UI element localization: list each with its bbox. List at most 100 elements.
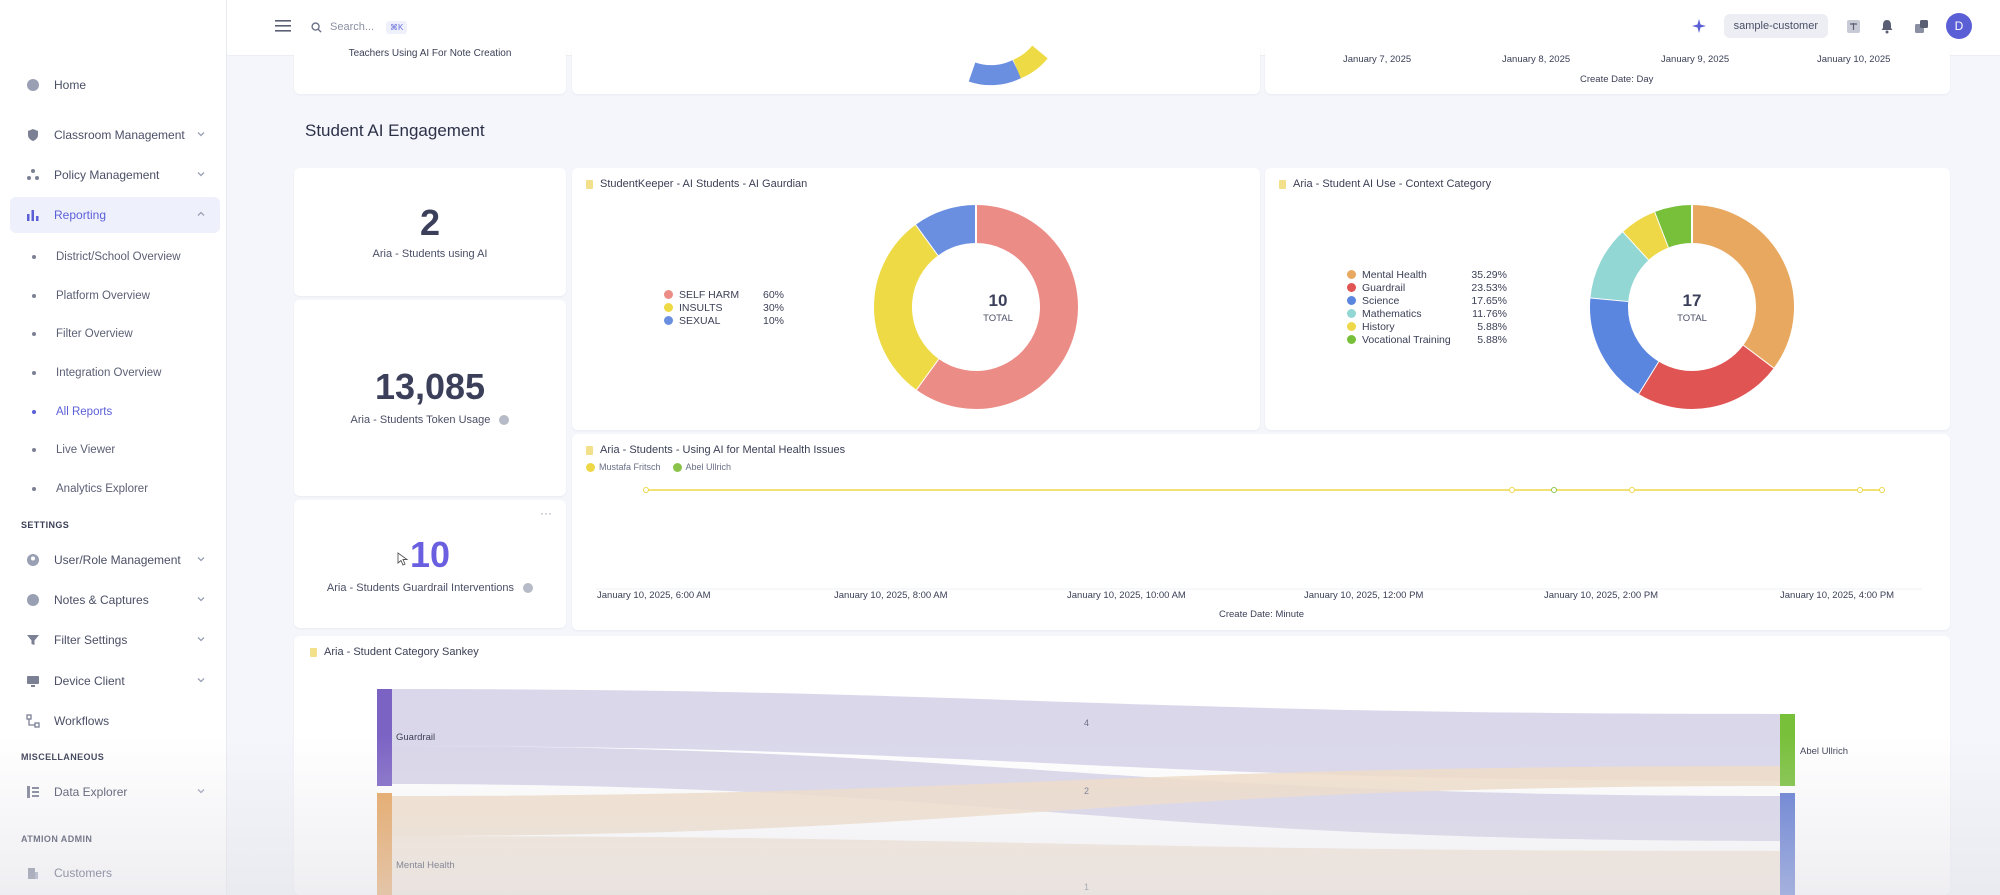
kpi-label: Aria - Students Token Usage [294,414,566,426]
sankey-chart [377,689,1795,895]
sankey-node-guardrail [377,689,392,786]
sidebar-subitem-integration-overview[interactable]: Integration Overview [32,361,161,385]
sidebar-subitem-filter-overview[interactable]: Filter Overview [32,322,133,346]
translate-icon[interactable] [1844,17,1862,35]
partial-date-chart-card: January 7, 2025 January 8, 2025 January … [1265,44,1950,94]
workflow-icon [26,714,40,728]
x-tick-label: January 10, 2025, 6:00 AM [597,590,711,601]
sidebar-subitem-district-school-overview[interactable]: District/School Overview [32,245,181,269]
sidebar-item-classroom-management[interactable]: Classroom Management [10,117,220,153]
sidebar-item-label: Classroom Management [54,128,185,142]
more-options-icon[interactable]: ··· [540,506,552,520]
context-category-donut-card: Aria - Student AI Use - Context Category… [1265,168,1950,430]
sankey-node-label: Mental Health [396,860,455,871]
sidebar-subitem-all-reports[interactable]: All Reports [32,400,112,424]
sidebar-item-policy-management[interactable]: Policy Management [10,157,220,193]
search-icon [311,21,322,33]
search-input[interactable]: Search... ⌘K [311,14,461,40]
sankey-node-abel-ullrich [1780,714,1795,786]
sidebar-item-customers[interactable]: Customers [10,855,220,891]
sidebar-item-data-explorer[interactable]: Data Explorer [10,774,220,810]
sidebar-item-home[interactable]: Home [10,67,220,103]
x-tick-label: January 10, 2025, 2:00 PM [1544,590,1659,601]
donut-slice-insults[interactable] [874,224,939,390]
kpi-label: Aria - Students using AI [372,248,488,260]
kpi-guardrail-interventions-card: ··· 10 Aria - Students Guardrail Interve… [294,500,566,628]
donut-slice-history[interactable] [1623,211,1670,261]
sidebar-item-workflows[interactable]: Workflows [10,703,220,739]
donut-slice-vocational-training[interactable] [1655,205,1693,248]
donut-slice-guardrail[interactable] [1638,345,1774,409]
kpi-label-text: Aria - Students Guardrail Interventions [326,582,515,594]
sankey-node-right-2 [1780,793,1795,895]
search-placeholder: Search... [330,21,375,33]
sparkle-icon[interactable] [1690,17,1708,35]
x-tick-label: January 10, 2025 [1817,54,1891,65]
kpi-value: 2 [419,202,441,243]
notes-icon [26,593,40,607]
filter-icon [26,633,40,647]
donut-chart [874,205,1078,409]
home-icon [26,78,40,92]
sidebar-subitem-live-viewer[interactable]: Live Viewer [32,438,115,462]
customer-selector[interactable]: sample-customer [1723,14,1828,38]
x-axis-title: Create Date: Day [1580,74,1654,85]
chevron-down-icon [197,597,205,602]
teachers-note-label: Teachers Using AI For Note Creation [348,48,512,59]
partial-donut-card [572,44,1260,94]
sankey-flow-label: 4 [1084,718,1090,728]
info-icon[interactable] [523,583,534,594]
line-chart [596,487,1922,590]
sidebar-item-label: Data Explorer [54,785,128,799]
bar-chart-icon [26,208,40,222]
donut-total: 17 [1682,291,1702,310]
sidebar-item-label: Workflows [54,714,110,728]
avatar[interactable]: D [1946,13,1972,39]
x-tick-label: January 10, 2025, 10:00 AM [1067,590,1186,601]
sankey-flow-label: 2 [1084,786,1090,796]
kpi-label-text: Aria - Students Token Usage [350,414,491,426]
sidebar-item-label: User/Role Management [54,553,181,567]
settings-section-label: SETTINGS [21,520,70,530]
x-tick-label: January 8, 2025 [1502,54,1571,65]
kpi-token-usage-card: 13,085 Aria - Students Token Usage [294,300,566,496]
data-point [1629,487,1635,493]
data-point [1509,487,1515,493]
policy-icon [26,168,40,182]
kpi-value: 13,085 [374,366,486,407]
donut-total-label: TOTAL [1677,313,1707,324]
info-icon[interactable] [499,415,510,426]
admin-section-label: ATMION ADMIN [21,834,93,844]
building-icon [26,866,40,880]
sidebar-subitem-analytics-explorer[interactable]: Analytics Explorer [32,477,148,501]
menu-icon[interactable] [275,18,293,34]
sidebar-item-user-role-management[interactable]: User/Role Management [10,542,220,578]
data-point [1879,487,1885,493]
sidebar-item-label: Device Client [54,674,125,688]
sidebar-subitem-platform-overview[interactable]: Platform Overview [32,284,150,308]
data-point [643,487,649,493]
sidebar: Home Classroom Management Policy Managem… [0,0,227,895]
shield-icon [26,128,40,142]
sidebar-item-notes-captures[interactable]: Notes & Captures [10,582,220,618]
sidebar-item-device-client[interactable]: Device Client [10,663,220,699]
chevron-down-icon [197,678,205,683]
miscellaneous-section-label: MISCELLANEOUS [21,752,105,762]
donut-slice-sexual[interactable] [916,205,977,256]
monitor-icon [26,674,40,688]
sankey-node-mental-health [377,793,392,895]
section-title: Student AI Engagement [305,121,485,140]
chevron-down-icon [197,132,205,137]
donut-chart [1590,205,1794,409]
mouse-pointer-icon [397,552,409,566]
apps-icon[interactable] [1912,17,1930,35]
donut-total: 10 [988,291,1008,310]
bell-icon[interactable] [1878,17,1896,35]
sidebar-item-filter-settings[interactable]: Filter Settings [10,622,220,658]
sidebar-item-reporting[interactable]: Reporting [10,197,220,233]
x-axis-title: Create Date: Minute [1219,609,1305,620]
sankey-flow-label: 1 [1084,882,1090,892]
sidebar-item-label: Filter Settings [54,633,128,647]
donut-center: 10 TOTAL [938,291,1058,324]
data-point [1551,487,1557,493]
